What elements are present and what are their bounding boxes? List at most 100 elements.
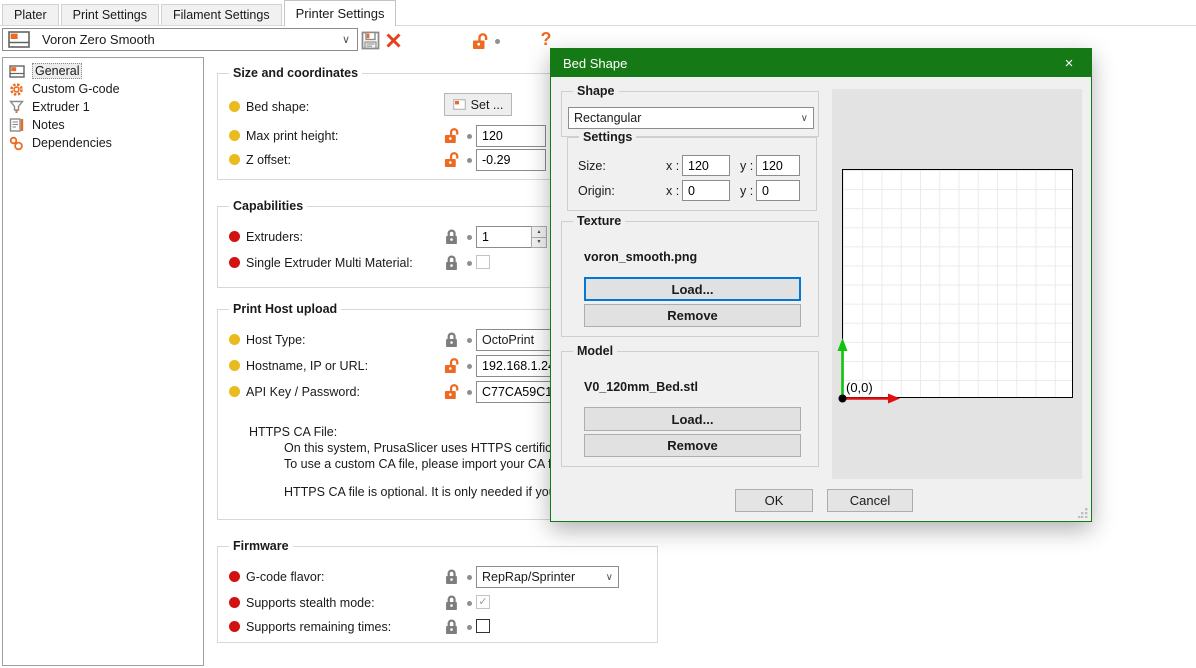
option-label: Bed shape: bbox=[246, 100, 309, 114]
prusaslicer-window: Plater Print Settings Filament Settings … bbox=[0, 0, 1196, 668]
lock-closed-icon[interactable] bbox=[444, 331, 461, 349]
ok-button[interactable]: OK bbox=[735, 489, 813, 512]
stealth-mode-checkbox[interactable]: ✓ bbox=[476, 595, 490, 609]
sidebar-item-custom-gcode[interactable]: Custom G-code bbox=[3, 80, 203, 98]
mode-dot-icon bbox=[229, 571, 240, 582]
group-texture: Texture voron_smooth.png Load... Remove bbox=[561, 221, 819, 337]
group-title: Print Host upload bbox=[229, 302, 341, 316]
model-remove-button[interactable]: Remove bbox=[584, 434, 801, 457]
value-revert-dot-icon bbox=[467, 261, 472, 266]
cancel-button[interactable]: Cancel bbox=[827, 489, 913, 512]
x-label: x : bbox=[666, 159, 679, 173]
dialog-title: Bed Shape bbox=[563, 56, 627, 71]
help-button[interactable]: ? bbox=[536, 29, 556, 49]
tab-filament-settings[interactable]: Filament Settings bbox=[161, 4, 282, 25]
origin-label: Origin: bbox=[578, 184, 615, 198]
bed-icon bbox=[453, 99, 466, 110]
sidebar-item-dependencies[interactable]: Dependencies bbox=[3, 134, 203, 152]
printer-preset-select[interactable]: Voron Zero Smooth ∨ bbox=[2, 28, 358, 51]
save-icon bbox=[361, 31, 380, 50]
lock-closed-icon[interactable] bbox=[444, 254, 461, 272]
semm-checkbox[interactable] bbox=[476, 255, 490, 269]
group-title: Model bbox=[573, 344, 617, 358]
group-title: Shape bbox=[573, 84, 619, 98]
max-print-height-input[interactable] bbox=[476, 125, 546, 147]
extruders-stepper: ▲ ▼ bbox=[476, 226, 547, 248]
set-button-label: Set ... bbox=[471, 98, 504, 112]
remaining-times-checkbox[interactable] bbox=[476, 619, 490, 633]
mode-dot-icon bbox=[229, 360, 240, 371]
extruder-icon bbox=[9, 100, 27, 114]
z-offset-input[interactable] bbox=[476, 149, 546, 171]
sidebar-item-label: General bbox=[32, 63, 82, 79]
group-bed-settings: Settings Size: x : y : Origin: x : y : bbox=[567, 137, 817, 211]
model-load-button[interactable]: Load... bbox=[584, 407, 801, 431]
value-revert-dot-icon bbox=[467, 390, 472, 395]
printer-icon bbox=[8, 31, 30, 48]
tab-printer-settings[interactable]: Printer Settings bbox=[284, 0, 397, 26]
main-tabbar: Plater Print Settings Filament Settings … bbox=[0, 0, 1196, 26]
value-revert-dot-icon bbox=[467, 601, 472, 606]
lock-open-icon[interactable] bbox=[444, 383, 461, 401]
lock-open-icon[interactable] bbox=[444, 151, 461, 169]
resize-grip[interactable] bbox=[1078, 508, 1088, 518]
https-ca-info-line: HTTPS CA file is optional. It is only ne… bbox=[284, 485, 566, 499]
dialog-titlebar[interactable]: Bed Shape bbox=[551, 49, 1091, 77]
sidebar-item-extruder-1[interactable]: Extruder 1 bbox=[3, 98, 203, 116]
lock-closed-icon[interactable] bbox=[444, 228, 461, 246]
tab-plater[interactable]: Plater bbox=[2, 4, 59, 25]
option-label: Supports remaining times: bbox=[246, 620, 391, 634]
extruders-input[interactable] bbox=[476, 226, 531, 248]
https-ca-file-label: HTTPS CA File: bbox=[249, 425, 337, 439]
gcode-flavor-value: RepRap/Sprinter bbox=[482, 570, 575, 584]
chevron-down-icon: ∨ bbox=[801, 113, 808, 124]
row-gcode-flavor: G-code flavor: RepRap/Sprinter ∨ bbox=[218, 565, 657, 589]
value-revert-dot-icon bbox=[467, 575, 472, 580]
mode-dot-icon bbox=[229, 334, 240, 345]
sidebar-item-general[interactable]: General bbox=[3, 62, 203, 80]
group-firmware: Firmware G-code flavor: RepRap/Sprinter … bbox=[217, 546, 658, 643]
lock-closed-icon[interactable] bbox=[444, 618, 461, 636]
mode-dot-icon bbox=[229, 597, 240, 608]
gcode-flavor-select[interactable]: RepRap/Sprinter ∨ bbox=[476, 566, 619, 588]
option-label: Supports stealth mode: bbox=[246, 596, 375, 610]
shape-select[interactable]: Rectangular ∨ bbox=[568, 107, 814, 129]
save-preset-button[interactable] bbox=[360, 30, 380, 50]
sidebar-item-label: Notes bbox=[32, 118, 65, 132]
question-icon: ? bbox=[541, 29, 552, 50]
x-label: x : bbox=[666, 184, 679, 198]
group-model: Model V0_120mm_Bed.stl Load... Remove bbox=[561, 351, 819, 467]
origin-y-input[interactable] bbox=[756, 180, 800, 201]
spin-up-button[interactable]: ▲ bbox=[531, 226, 547, 237]
texture-remove-button[interactable]: Remove bbox=[584, 304, 801, 327]
option-label: Extruders: bbox=[246, 230, 303, 244]
lock-closed-icon[interactable] bbox=[444, 594, 461, 612]
lock-open-icon[interactable] bbox=[444, 357, 461, 375]
row-remaining-times: Supports remaining times: bbox=[218, 615, 657, 639]
group-title: Firmware bbox=[229, 539, 293, 553]
size-y-input[interactable] bbox=[756, 155, 800, 176]
mode-dot-icon bbox=[229, 621, 240, 632]
bed-shape-set-button[interactable]: Set ... bbox=[444, 93, 512, 116]
value-revert-dot-icon bbox=[467, 625, 472, 630]
origin-x-input[interactable] bbox=[682, 180, 730, 201]
value-revert-dot-icon bbox=[467, 158, 472, 163]
delete-x-icon bbox=[385, 32, 402, 49]
option-label: Z offset: bbox=[246, 153, 291, 167]
lock-closed-icon[interactable] bbox=[444, 568, 461, 586]
texture-load-button[interactable]: Load... bbox=[584, 277, 801, 301]
texture-filename: voron_smooth.png bbox=[584, 250, 697, 264]
sidebar-item-label: Extruder 1 bbox=[32, 100, 90, 114]
lock-open-icon[interactable] bbox=[470, 31, 490, 51]
sidebar-item-notes[interactable]: Notes bbox=[3, 116, 203, 134]
spin-down-button[interactable]: ▼ bbox=[531, 237, 547, 249]
size-x-input[interactable] bbox=[682, 155, 730, 176]
delete-preset-button[interactable] bbox=[383, 30, 403, 50]
tab-print-settings[interactable]: Print Settings bbox=[61, 4, 159, 25]
mode-dot-icon bbox=[229, 101, 240, 112]
dialog-close-button[interactable]: × bbox=[1047, 49, 1091, 77]
sidebar-item-label: Dependencies bbox=[32, 136, 112, 150]
check-icon: ✓ bbox=[478, 597, 487, 608]
lock-open-icon[interactable] bbox=[444, 127, 461, 145]
mode-dot-icon bbox=[229, 154, 240, 165]
